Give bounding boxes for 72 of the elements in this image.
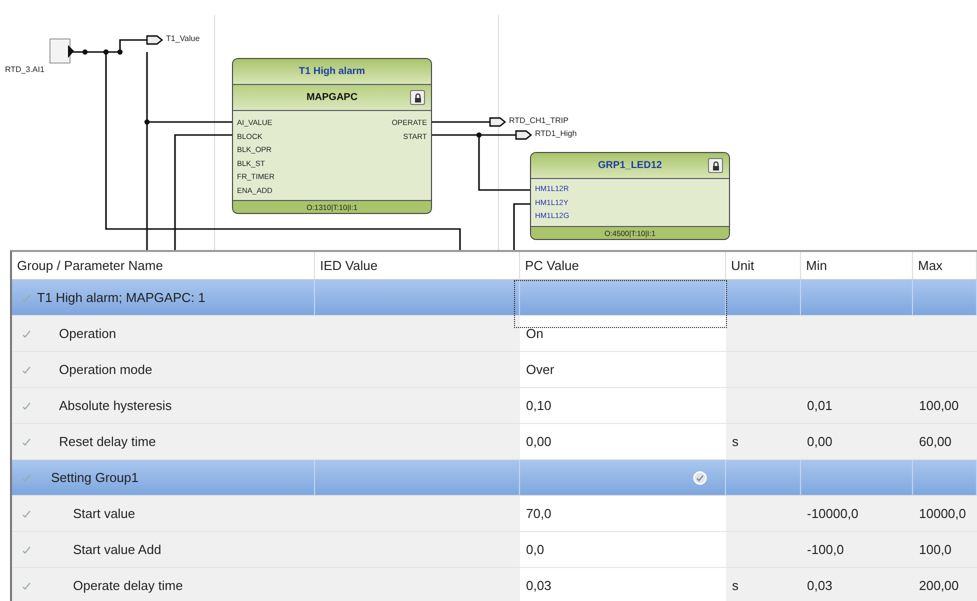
table-cell[interactable]: Setting Group1 — [12, 460, 315, 496]
analog-input-icon[interactable] — [50, 38, 74, 64]
junction-dot — [117, 49, 123, 55]
output-connector[interactable] — [515, 130, 532, 140]
output-connector[interactable] — [489, 117, 506, 127]
junction-dot — [144, 119, 150, 125]
table-cell: s — [726, 568, 801, 601]
table-cell: 10000,0 — [913, 496, 977, 532]
column-header[interactable]: Max — [913, 252, 977, 279]
column-header[interactable]: IED Value — [315, 252, 520, 279]
wire — [513, 203, 530, 250]
table-cell: 0,01 — [801, 388, 913, 424]
table-cell: 0,03 — [801, 568, 913, 601]
parameter-name: Operate delay time — [72, 578, 183, 593]
value-field[interactable]: 0,03 — [520, 568, 726, 601]
parameter-name: Start value — [72, 506, 136, 521]
table-cell[interactable]: Start value Add — [12, 532, 315, 568]
value-field[interactable]: On — [520, 316, 726, 352]
value-field[interactable]: 0,00 — [520, 424, 726, 460]
value-field[interactable]: 70,0 — [520, 496, 726, 532]
check-icon — [22, 510, 31, 518]
block-title: T1 High alarm — [298, 66, 366, 77]
check-icon — [22, 330, 31, 338]
column-header[interactable]: PC Value — [520, 252, 726, 279]
table-cell[interactable] — [520, 460, 726, 496]
check-icon — [22, 438, 31, 446]
check-icon — [22, 366, 31, 374]
block-type: MAPGAPC — [306, 92, 358, 103]
output-label: RTD_CH1_TRIP — [509, 116, 568, 125]
table-cell — [913, 280, 977, 316]
output-connector[interactable] — [146, 35, 164, 45]
table-cell[interactable]: Start value — [12, 496, 315, 532]
table-cell: -10000,0 — [801, 496, 913, 532]
check-icon — [22, 582, 31, 590]
table-cell: -100,0 — [801, 532, 913, 568]
lock-icon[interactable] — [708, 158, 723, 173]
table-cell[interactable]: Operate delay time — [12, 568, 315, 601]
parameter-name: Reset delay time — [58, 434, 156, 449]
table-cell — [913, 460, 977, 496]
parameter-name: Operation — [58, 326, 116, 341]
parameter-name: Start value Add — [72, 542, 162, 557]
parameter-name: Operation mode — [58, 362, 152, 377]
column-header[interactable]: Group / Parameter Name — [12, 252, 315, 279]
output-label: RTD1_High — [535, 129, 577, 138]
output-label: T1_Value — [166, 34, 200, 43]
lock-icon[interactable] — [410, 90, 425, 105]
table-cell[interactable] — [520, 280, 726, 316]
value-field[interactable]: 0,0 — [520, 532, 726, 568]
junction-dot — [476, 132, 482, 138]
check-icon — [22, 402, 31, 410]
table-cell: 200,00 — [913, 568, 977, 601]
table-cell: 100,0 — [913, 532, 977, 568]
table-cell[interactable]: Operation mode — [12, 352, 315, 388]
table-cell[interactable]: T1 High alarm; MAPGAPC: 1 — [12, 280, 315, 316]
parameter-name: Setting Group1 — [50, 470, 138, 485]
table-cell[interactable]: Operation — [12, 316, 315, 352]
value-field[interactable]: Over — [520, 352, 726, 388]
column-header[interactable]: Min — [801, 252, 913, 279]
table-cell: 100,00 — [913, 388, 977, 424]
table-cell[interactable]: Absolute hysteresis — [12, 388, 315, 424]
block-title: GRP1_LED12 — [598, 160, 662, 171]
junction-dot — [103, 49, 109, 55]
check-icon — [22, 546, 31, 554]
column-header[interactable]: Unit — [726, 252, 801, 279]
parameter-name: Absolute hysteresis — [58, 398, 172, 413]
check-icon — [22, 474, 31, 482]
check-circle-icon[interactable] — [693, 471, 707, 485]
check-icon — [22, 294, 31, 302]
junction-dot — [82, 49, 88, 55]
parameter-name: T1 High alarm; MAPGAPC: 1 — [37, 290, 206, 305]
value-field[interactable]: 0,10 — [520, 388, 726, 424]
input-label: RTD_3.AI1 — [5, 65, 44, 74]
